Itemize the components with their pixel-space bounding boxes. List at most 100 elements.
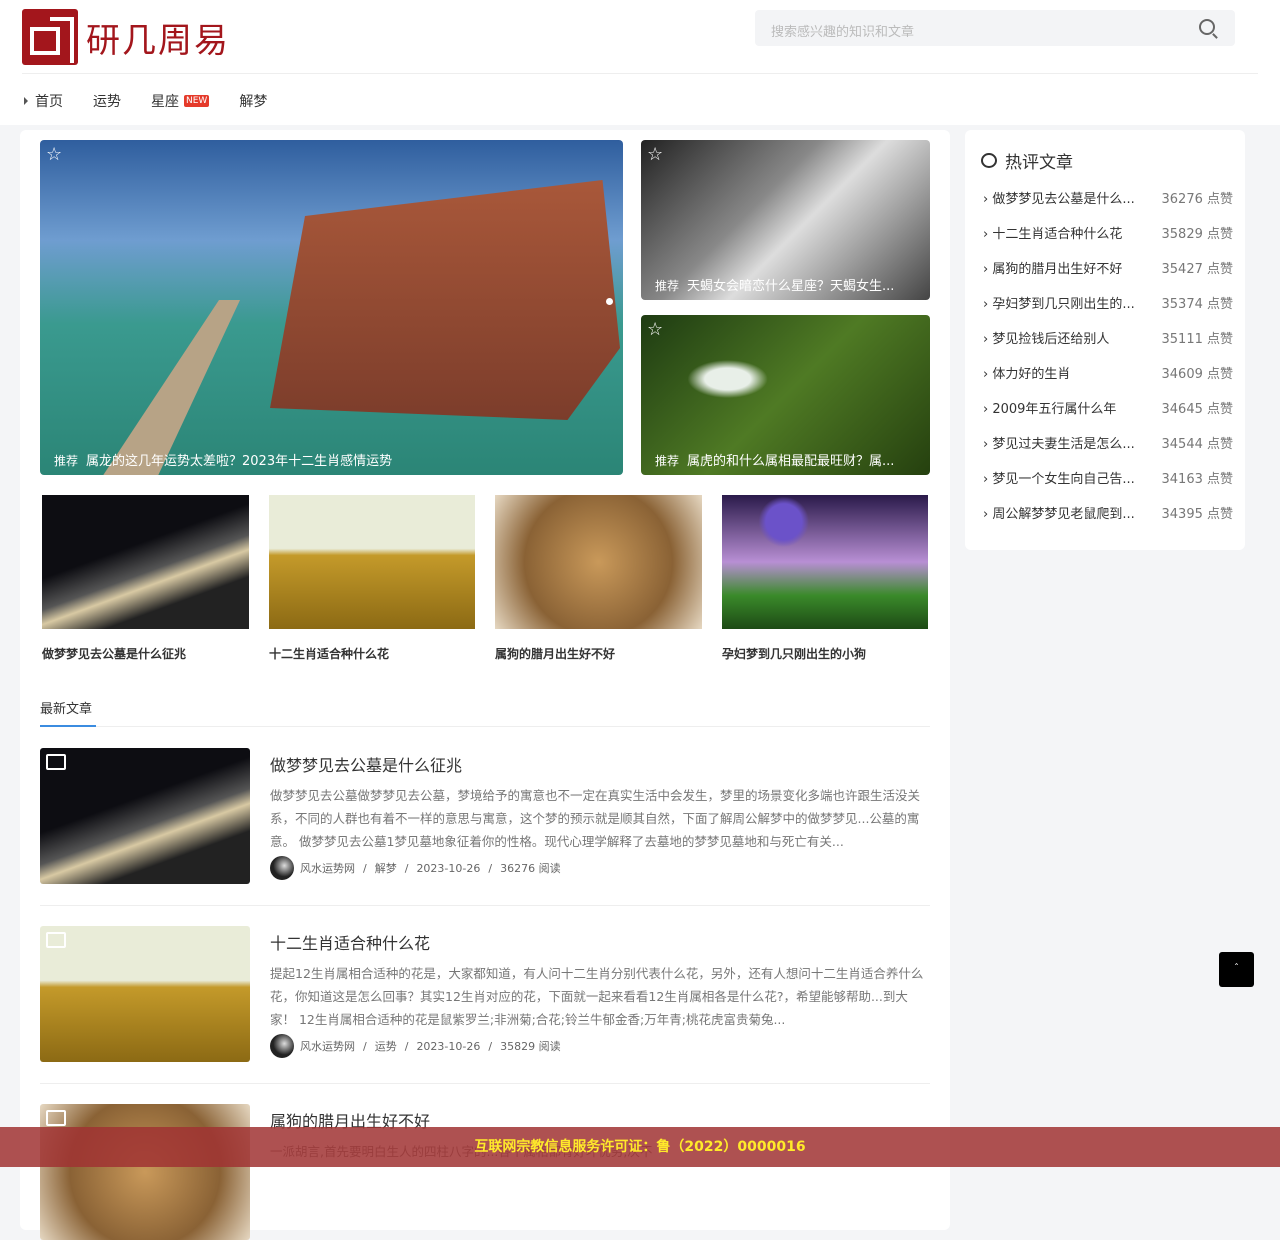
- hot-item[interactable]: 做梦梦见去公墓是什么... 36276 点赞: [983, 188, 1233, 223]
- nav-home[interactable]: 首页: [24, 91, 63, 111]
- slide-title: 属虎的和什么属相最配最旺财？属...: [687, 454, 895, 469]
- hot-articles-panel: 热评文章 做梦梦见去公墓是什么... 36276 点赞十二生肖适合种什么花 3582…: [965, 130, 1245, 550]
- hot-item[interactable]: 孕妇梦到几只刚出生的... 35374 点赞: [983, 293, 1233, 328]
- site-logo[interactable]: 研几周易: [22, 9, 230, 65]
- thumb-image[interactable]: [722, 495, 928, 629]
- like-count: 34544 点赞: [1161, 437, 1234, 452]
- nav-label: 星座: [151, 94, 179, 110]
- slide-caption: 推荐 属龙的这几年运势太差啦？2023年十二生肖感情运势: [54, 450, 609, 469]
- like-count: 35374 点赞: [1161, 297, 1234, 312]
- hot-item[interactable]: 梦见一个女生向自己告... 34163 点赞: [983, 468, 1233, 503]
- logo-mark: [22, 9, 78, 65]
- nav-label: 首页: [35, 94, 63, 110]
- latest-heading[interactable]: 最新文章: [40, 698, 92, 717]
- category[interactable]: 运势: [375, 1038, 397, 1054]
- hot-item-title[interactable]: 周公解梦梦见老鼠爬到...: [983, 503, 1143, 538]
- like-count: 35829 点赞: [1161, 227, 1234, 242]
- star-icon[interactable]: ☆: [647, 144, 663, 165]
- article-excerpt: 做梦梦见去公墓做梦梦见去公墓，梦境给予的寓意也不一定在真实生活中会发生，梦里的场…: [270, 788, 921, 849]
- author[interactable]: 风水运势网: [300, 860, 355, 876]
- date: 2023-10-26: [416, 1039, 481, 1053]
- caret-right-icon: [24, 97, 28, 105]
- divider: [40, 1083, 930, 1084]
- image-icon: [46, 754, 66, 770]
- recommend-tag: 推荐: [655, 454, 680, 468]
- read-count: 36276 阅读: [500, 862, 561, 875]
- thumb-image[interactable]: [269, 495, 475, 629]
- like-count: 35427 点赞: [1161, 262, 1234, 277]
- thumb-caption[interactable]: 孕妇梦到几只刚出生的小狗: [722, 645, 866, 662]
- image-icon: [46, 932, 66, 948]
- article-image[interactable]: [40, 748, 250, 884]
- hot-list: 做梦梦见去公墓是什么... 36276 点赞十二生肖适合种什么花 35829 点赞属…: [983, 188, 1233, 538]
- article-excerpt: 提起12生肖属相合适种的花是，大家都知道，有人问十二生肖分别代表什么花，另外，还…: [270, 966, 924, 1027]
- hot-item[interactable]: 体力好的生肖 34609 点赞: [983, 363, 1233, 398]
- nav-dreams[interactable]: 解梦: [239, 91, 267, 111]
- article-meta: 风水运势网 / 运势/2023-10-26/35829 阅读: [270, 1034, 561, 1058]
- image-icon: [46, 1110, 66, 1126]
- thumb-caption[interactable]: 属狗的腊月出生好不好: [495, 645, 615, 662]
- like-count: 36276 点赞: [1161, 192, 1234, 207]
- article-image[interactable]: [40, 1104, 250, 1240]
- like-count: 34609 点赞: [1161, 367, 1234, 382]
- header: 研几周易 搜索感兴趣的知识和文章 首页 运势 星座 NEW 解梦: [0, 0, 1280, 125]
- hot-heading: 热评文章: [981, 148, 1073, 173]
- author[interactable]: 风水运势网: [300, 1038, 355, 1054]
- search-icon[interactable]: [1199, 19, 1215, 35]
- new-badge: NEW: [184, 95, 210, 107]
- comment-icon: [981, 153, 997, 168]
- hot-item-title[interactable]: 十二生肖适合种什么花: [983, 223, 1143, 258]
- license-banner: 互联网宗教信息服务许可证：鲁（2022）0000016: [0, 1127, 1280, 1167]
- nav-label: 解梦: [239, 94, 268, 110]
- hot-item[interactable]: 梦见捡钱后还给别人 35111 点赞: [983, 328, 1233, 363]
- nav-fortune[interactable]: 运势: [93, 91, 121, 111]
- recommend-tag: 推荐: [655, 279, 680, 293]
- nav-label: 运势: [93, 94, 121, 110]
- main-nav: 首页 运势 星座 NEW 解梦: [24, 91, 297, 111]
- hot-item[interactable]: 周公解梦梦见老鼠爬到... 34395 点赞: [983, 503, 1233, 538]
- thumb-image[interactable]: [495, 495, 702, 629]
- article-title[interactable]: 做梦梦见去公墓是什么征兆: [270, 752, 462, 776]
- hot-item-title[interactable]: 孕妇梦到几只刚出生的...: [983, 293, 1143, 328]
- hot-item[interactable]: 属狗的腊月出生好不好 35427 点赞: [983, 258, 1233, 293]
- like-count: 34163 点赞: [1161, 472, 1234, 487]
- nav-constellation[interactable]: 星座 NEW: [151, 91, 210, 111]
- category[interactable]: 解梦: [375, 860, 397, 876]
- hot-item-title[interactable]: 梦见捡钱后还给别人: [983, 328, 1143, 363]
- hot-item-title[interactable]: 2009年五行属什么年: [983, 398, 1143, 433]
- search-placeholder: 搜索感兴趣的知识和文章: [771, 25, 915, 40]
- slider-main[interactable]: ☆ 推荐 属龙的这几年运势太差啦？2023年十二生肖感情运势: [40, 140, 623, 475]
- article-image[interactable]: [40, 926, 250, 1062]
- slide-title: 属龙的这几年运势太差啦？2023年十二生肖感情运势: [86, 454, 393, 469]
- article-title[interactable]: 十二生肖适合种什么花: [270, 930, 430, 954]
- like-count: 34395 点赞: [1161, 507, 1234, 522]
- hot-item-title[interactable]: 做梦梦见去公墓是什么...: [983, 188, 1143, 223]
- star-icon[interactable]: ☆: [46, 144, 62, 165]
- search-input[interactable]: 搜索感兴趣的知识和文章: [755, 10, 1235, 46]
- main-content: ☆ 推荐 属龙的这几年运势太差啦？2023年十二生肖感情运势 ☆ 推荐 天蝎女会暗恋…: [20, 130, 950, 1240]
- like-count: 34645 点赞: [1161, 402, 1234, 417]
- like-count: 35111 点赞: [1161, 332, 1234, 347]
- slide-title: 天蝎女会暗恋什么星座？天蝎女生...: [687, 279, 895, 294]
- hot-item-title[interactable]: 体力好的生肖: [983, 363, 1143, 398]
- hot-item[interactable]: 十二生肖适合种什么花 35829 点赞: [983, 223, 1233, 258]
- hot-item[interactable]: 梦见过夫妻生活是怎么... 34544 点赞: [983, 433, 1233, 468]
- divider: [40, 905, 930, 906]
- hot-title: 热评文章: [1005, 153, 1073, 173]
- hot-item-title[interactable]: 梦见过夫妻生活是怎么...: [983, 433, 1143, 468]
- thumb-caption[interactable]: 做梦梦见去公墓是什么征兆: [42, 645, 186, 662]
- slider-side-2[interactable]: ☆ 推荐 属虎的和什么属相最配最旺财？属...: [641, 315, 930, 475]
- recommend-tag: 推荐: [54, 454, 79, 468]
- avatar: [270, 856, 294, 880]
- date: 2023-10-26: [416, 861, 481, 875]
- star-icon[interactable]: ☆: [647, 319, 663, 340]
- slider-dot[interactable]: [606, 298, 613, 305]
- slider-side-1[interactable]: ☆ 推荐 天蝎女会暗恋什么星座？天蝎女生...: [641, 140, 930, 300]
- hot-item-title[interactable]: 梦见一个女生向自己告...: [983, 468, 1143, 503]
- thumb-image[interactable]: [42, 495, 249, 629]
- thumb-caption[interactable]: 十二生肖适合种什么花: [269, 645, 389, 662]
- hot-item[interactable]: 2009年五行属什么年 34645 点赞: [983, 398, 1233, 433]
- hot-item-title[interactable]: 属狗的腊月出生好不好: [983, 258, 1143, 293]
- back-to-top-button[interactable]: ˆ: [1219, 952, 1254, 987]
- site-name: 研几周易: [86, 20, 230, 61]
